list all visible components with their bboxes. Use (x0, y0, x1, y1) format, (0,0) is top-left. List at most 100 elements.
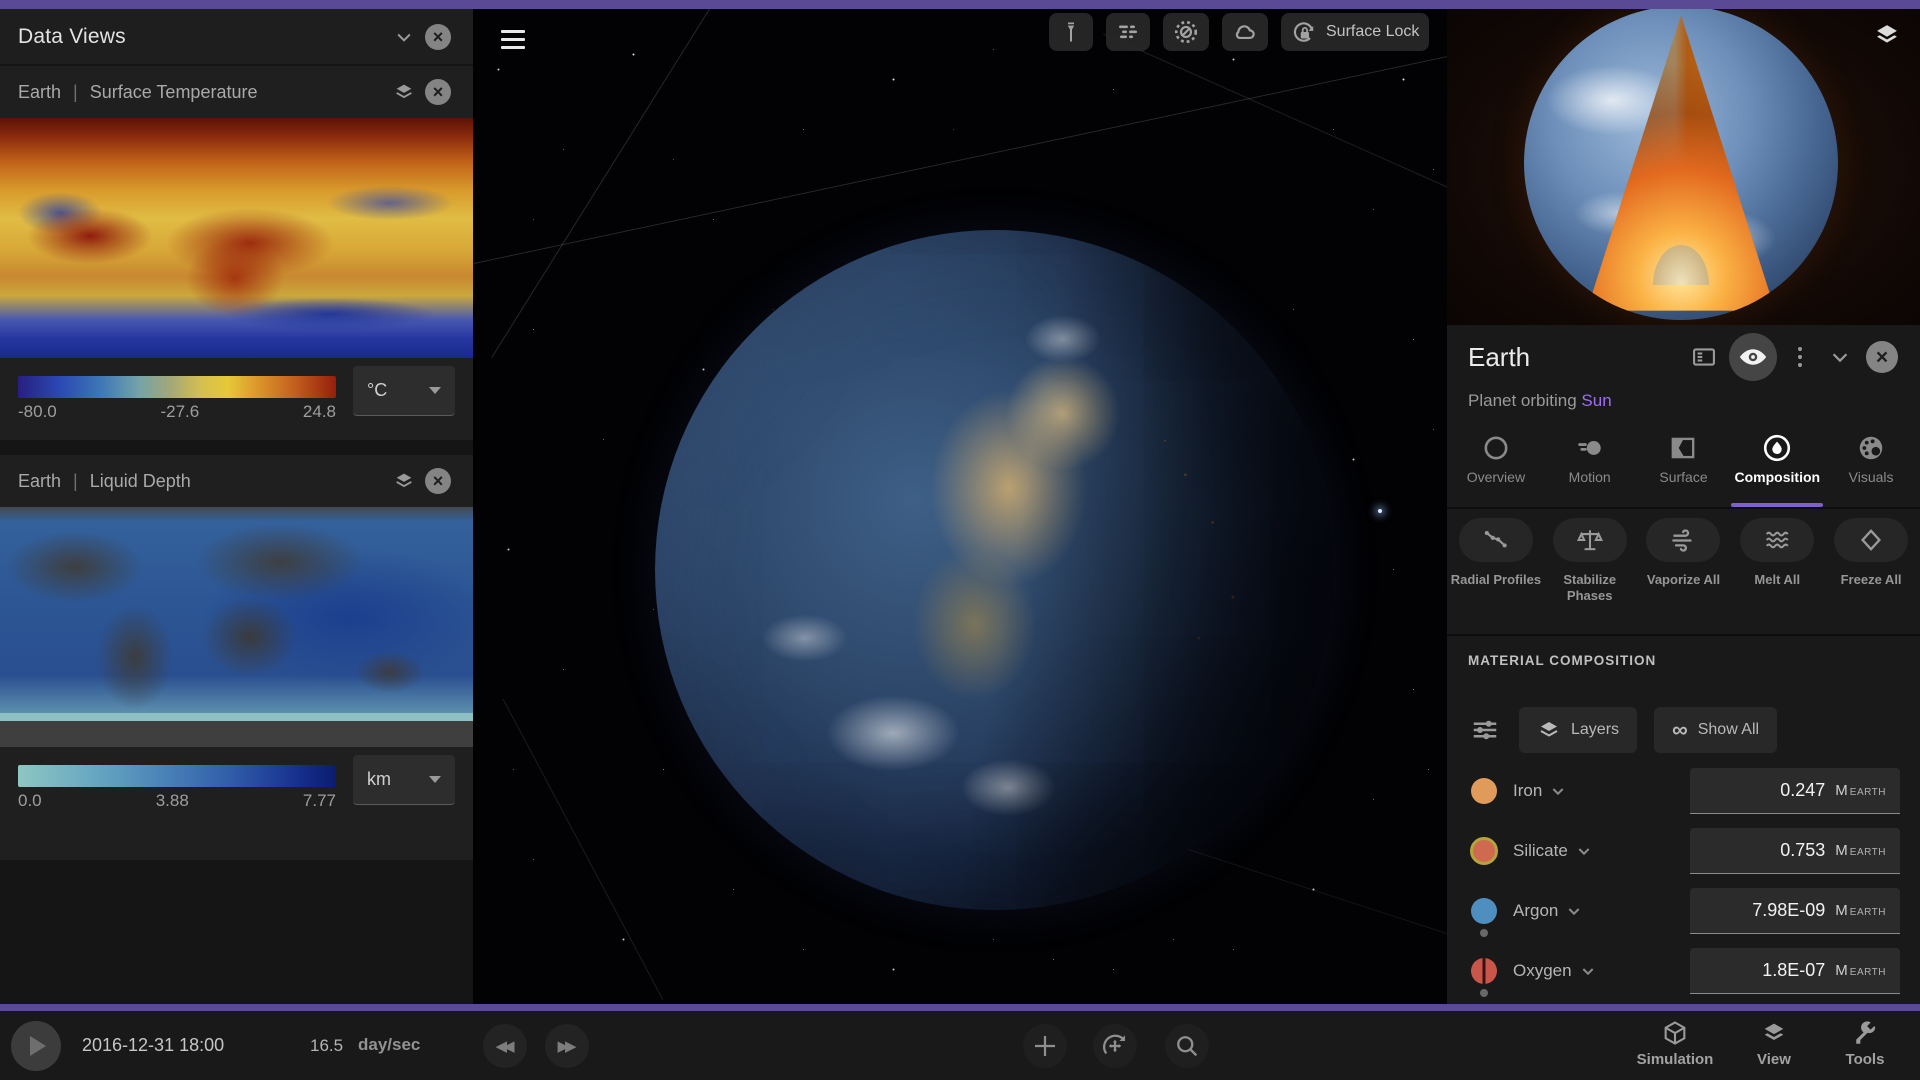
layers-toggle-button[interactable]: Layers (1519, 707, 1638, 753)
material-mass-field[interactable]: 0.753 M EARTH (1690, 828, 1900, 874)
starfield (473, 9, 474, 10)
plus-icon (1035, 1036, 1055, 1056)
surface-lock-button[interactable]: Surface Lock (1281, 13, 1430, 51)
vaporize-all-button[interactable]: Vaporize All (1637, 518, 1731, 603)
layers-icon (1764, 1023, 1784, 1040)
filter-sliders-icon[interactable] (1468, 713, 1502, 747)
show-all-toggle-button[interactable]: ∞ Show All (1654, 707, 1778, 753)
tab-motion[interactable]: Motion (1543, 429, 1637, 501)
surface-icon (1672, 437, 1695, 459)
liquid-colorbar-row: 0.0 3.88 7.77 km (0, 747, 473, 827)
menu-hamburger-icon[interactable] (496, 24, 530, 54)
radial-profiles-button[interactable]: Radial Profiles (1449, 518, 1543, 603)
chevron-down-icon[interactable] (1566, 903, 1582, 919)
recenter-move-icon (1103, 1034, 1126, 1055)
orbit-mode-button[interactable] (1163, 13, 1209, 51)
simulation-menu-button[interactable]: Simulation (1620, 1019, 1730, 1075)
earth-planet[interactable] (655, 230, 1335, 910)
material-composition-controls: Layers ∞ Show All (1468, 707, 1778, 753)
liquid-depth-card: Earth | Liquid Depth × 0.0 3.88 7.77 km (0, 455, 473, 860)
close-icon[interactable]: × (421, 20, 455, 54)
material-swatch[interactable] (1471, 778, 1497, 804)
visibility-eye-button[interactable] (1729, 333, 1777, 381)
temperature-colorbar-labels: -80.0 -27.6 24.8 (18, 402, 336, 422)
freeze-all-icon (1861, 529, 1882, 551)
material-row-silicate: Silicate 0.753 M EARTH (1447, 825, 1920, 877)
layers-icon[interactable] (1873, 21, 1901, 54)
temperature-colorbar-row: -80.0 -27.6 24.8 °C (0, 358, 473, 438)
more-options-kebab-icon[interactable] (1785, 340, 1815, 374)
melt-all-button[interactable]: Melt All (1730, 518, 1824, 603)
object-inspector-panel: Earth × Planet orbiting Sun Overview Mot… (1447, 9, 1920, 1004)
play-button[interactable] (11, 1021, 61, 1071)
simulation-speed-unit[interactable]: day/sec (358, 1035, 420, 1055)
material-composition-heading: MATERIAL COMPOSITION (1468, 653, 1657, 668)
object-header: Earth × (1447, 325, 1920, 389)
collapse-chevron-icon[interactable] (387, 20, 421, 54)
material-swatch[interactable] (1470, 837, 1498, 865)
surface-temperature-map[interactable] (0, 118, 473, 358)
tab-surface[interactable]: Surface (1637, 429, 1731, 501)
flashlight-button[interactable] (1049, 13, 1093, 51)
object-tabs: Overview Motion Surface Composition Visu… (1449, 429, 1918, 501)
chevron-down-icon[interactable] (1576, 843, 1592, 859)
divider (1447, 507, 1920, 509)
chevron-down-icon (429, 387, 441, 394)
tab-composition[interactable]: Composition (1730, 429, 1824, 501)
stabilize-phases-button[interactable]: Stabilize Phases (1543, 518, 1637, 603)
temperature-colorbar[interactable] (18, 376, 336, 398)
search-button[interactable] (1165, 1024, 1209, 1068)
chevron-down-icon[interactable] (1550, 783, 1566, 799)
infinity-icon: ∞ (1672, 717, 1688, 742)
trails-button[interactable] (1106, 13, 1150, 51)
layers-icon[interactable] (387, 464, 421, 498)
earth-cutaway-preview[interactable] (1447, 9, 1920, 325)
wrench-icon (1856, 1021, 1876, 1044)
sun-link[interactable]: Sun (1581, 391, 1611, 410)
freeze-all-button[interactable]: Freeze All (1824, 518, 1918, 603)
space-viewport[interactable]: Surface Lock (473, 9, 1447, 1004)
material-swatch[interactable] (1471, 898, 1497, 924)
speed-up-button[interactable]: ▶▶ (545, 1024, 589, 1068)
surface-lock-label: Surface Lock (1326, 23, 1420, 40)
recenter-view-button[interactable] (1093, 1024, 1137, 1068)
simulation-speed-value[interactable]: 16.5 (310, 1036, 343, 1056)
clouds-button[interactable] (1222, 13, 1268, 51)
temperature-unit-select[interactable]: °C (353, 366, 455, 416)
card-metric-name: Liquid Depth (89, 470, 191, 491)
properties-panel-icon[interactable] (1687, 340, 1721, 374)
motion-icon (1577, 441, 1601, 455)
close-icon[interactable]: × (421, 464, 455, 498)
layers-icon[interactable] (387, 75, 421, 109)
cutaway-sphere (1524, 9, 1838, 320)
material-row-iron: Iron 0.247 M EARTH (1447, 765, 1920, 817)
data-views-title: Data Views (18, 24, 126, 48)
surface-lock-icon (1293, 22, 1314, 42)
slow-down-button[interactable]: ◀◀ (483, 1024, 527, 1068)
liquid-unit-select[interactable]: km (353, 755, 455, 805)
close-icon[interactable]: × (421, 75, 455, 109)
add-object-button[interactable] (1023, 1024, 1067, 1068)
liquid-depth-card-header: Earth | Liquid Depth × (0, 455, 473, 507)
tools-menu-button[interactable]: Tools (1810, 1019, 1920, 1075)
orbit-gridline (1103, 33, 1447, 226)
radial-profiles-icon (1484, 530, 1507, 548)
collapse-chevron-icon[interactable] (1823, 340, 1857, 374)
chevron-down-icon[interactable] (1580, 963, 1596, 979)
view-toolbar: Surface Lock (1049, 12, 1430, 52)
tab-overview[interactable]: Overview (1449, 429, 1543, 501)
tab-visuals[interactable]: Visuals (1824, 429, 1918, 501)
liquid-depth-map[interactable] (0, 507, 473, 747)
close-icon[interactable]: × (1865, 340, 1899, 374)
simulation-datetime[interactable]: 2016-12-31 18:00 (82, 1035, 224, 1056)
orbit-gridline (1173, 844, 1447, 975)
material-swatch[interactable] (1471, 958, 1497, 984)
cloud-icon (1235, 25, 1255, 40)
liquid-colorbar[interactable] (18, 765, 336, 787)
material-mass-field[interactable]: 0.247 M EARTH (1690, 768, 1900, 814)
material-mass-field[interactable]: 1.8E-07 M EARTH (1690, 948, 1900, 994)
melt-all-icon (1766, 531, 1789, 549)
orbit-gridline (491, 9, 715, 358)
bottom-accent-bar (0, 1004, 1920, 1011)
material-mass-field[interactable]: 7.98E-09 M EARTH (1690, 888, 1900, 934)
